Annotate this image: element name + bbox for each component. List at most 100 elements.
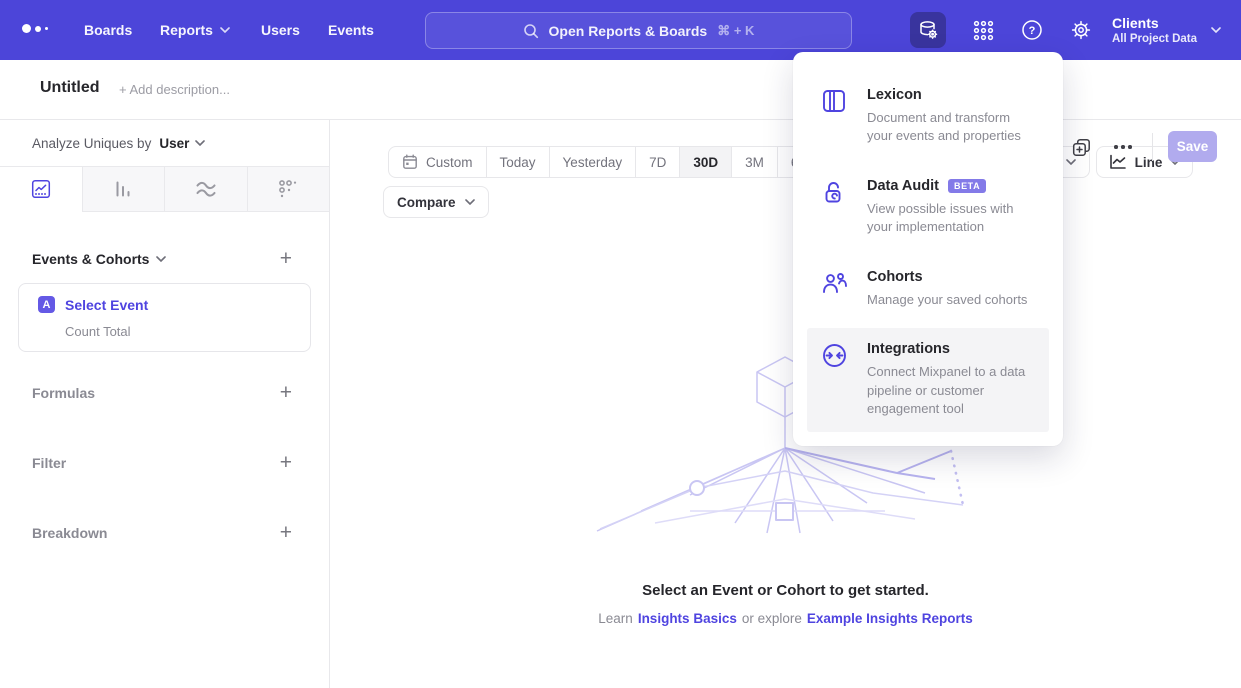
formulas-section: Formulas + (0, 382, 329, 404)
nav-item-users[interactable]: Users (261, 0, 300, 60)
add-filter-button[interactable]: + (280, 453, 292, 473)
explore-text: or explore (742, 611, 802, 626)
more-options-button[interactable] (1108, 140, 1138, 154)
mixpanel-logo-icon[interactable] (22, 24, 48, 33)
date-range-label: 3M (745, 155, 764, 170)
line-chart-icon (1109, 154, 1127, 170)
date-range-30d-selected[interactable]: 30D (679, 147, 731, 177)
menu-item-desc: Connect Mixpanel to a data pipeline or c… (867, 363, 1035, 418)
date-range-yesterday[interactable]: Yesterday (549, 147, 636, 177)
global-search-input[interactable]: Open Reports & Boards ⌘ + K (425, 12, 852, 49)
tab-bar-chart[interactable] (82, 167, 165, 211)
formulas-label: Formulas (32, 385, 95, 401)
add-event-button[interactable]: + (280, 249, 292, 269)
analyze-row: Analyze Uniques by User (0, 120, 329, 166)
save-button[interactable]: Save (1168, 131, 1217, 162)
learn-prefix: Learn (598, 611, 633, 626)
bar-chart-icon (113, 179, 133, 199)
date-range-control: Custom Today Yesterday 7D 30D 3M 6M (388, 146, 824, 178)
duplicate-report-button[interactable] (1072, 138, 1091, 162)
apps-grid-button[interactable] (973, 20, 994, 41)
menu-item-cohorts[interactable]: Cohorts Manage your saved cohorts (807, 256, 1049, 322)
data-management-dropdown: Lexicon Document and transform your even… (793, 52, 1063, 446)
breakdown-label: Breakdown (32, 525, 107, 541)
nav-item-boards[interactable]: Boards (84, 0, 132, 60)
events-cohorts-title[interactable]: Events & Cohorts (32, 251, 166, 267)
menu-item-desc: Manage your saved cohorts (867, 291, 1027, 309)
event-metric-dropdown[interactable]: Count Total (65, 324, 131, 339)
nav-item-events[interactable]: Events (328, 0, 374, 60)
search-icon (523, 23, 539, 39)
lexicon-icon (821, 87, 849, 146)
analyze-label: Analyze Uniques by (32, 136, 151, 151)
mixpanel-app: Boards Reports Users Events Open Reports… (0, 0, 1241, 688)
date-range-custom[interactable]: Custom (389, 147, 486, 177)
tab-flow-chart[interactable] (164, 167, 247, 211)
date-range-label: 7D (649, 155, 666, 170)
svg-text:?: ? (1029, 25, 1036, 37)
analyze-value: User (159, 136, 189, 151)
nav-icon-group: ? (893, 0, 1092, 60)
compare-dropdown[interactable]: Compare (383, 186, 489, 218)
add-formula-button[interactable]: + (280, 383, 292, 403)
chevron-down-icon (156, 256, 166, 262)
filter-section: Filter + (0, 452, 329, 474)
help-button[interactable]: ? (1021, 19, 1043, 41)
integrations-label: Integrations (867, 341, 950, 357)
lexicon-label: Lexicon (867, 87, 922, 103)
nav-item-label: Reports (160, 22, 213, 38)
integrations-icon (821, 341, 849, 418)
analyze-value-dropdown[interactable]: User (159, 136, 205, 151)
date-range-7d[interactable]: 7D (635, 147, 679, 177)
cohorts-label: Cohorts (867, 269, 923, 285)
settings-button[interactable] (1070, 19, 1092, 41)
menu-item-lexicon[interactable]: Lexicon Document and transform your even… (807, 74, 1049, 159)
tab-insights-line[interactable] (0, 167, 82, 212)
event-row-card[interactable]: A Select Event Count Total (18, 283, 311, 352)
date-range-label: Today (500, 155, 536, 170)
menu-item-desc: Document and transform your events and p… (867, 109, 1035, 146)
chart-type-tabs (0, 166, 329, 212)
date-range-today[interactable]: Today (486, 147, 549, 177)
top-nav: Boards Reports Users Events Open Reports… (0, 0, 1241, 60)
duplicate-icon (1072, 138, 1091, 157)
search-placeholder: Open Reports & Boards (549, 23, 708, 39)
query-sidebar: Analyze Uniques by User (0, 120, 330, 688)
add-breakdown-button[interactable]: + (280, 523, 292, 543)
apps-grid-icon (973, 20, 994, 41)
insights-basics-link[interactable]: Insights Basics (638, 611, 737, 626)
chart-type-label: Line (1135, 155, 1163, 170)
menu-item-integrations[interactable]: Integrations Connect Mixpanel to a data … (807, 328, 1049, 431)
flow-chart-icon (195, 180, 217, 198)
event-letter-badge: A (38, 296, 55, 313)
tab-retention-grid[interactable] (247, 167, 330, 211)
nav-item-reports[interactable]: Reports (160, 0, 230, 60)
compare-label: Compare (397, 195, 456, 210)
menu-item-title: Data Audit BETA (867, 178, 1035, 194)
data-audit-label: Data Audit (867, 178, 939, 194)
date-range-label: Custom (426, 155, 473, 170)
insights-chart-icon (31, 179, 51, 199)
report-title[interactable]: Untitled (40, 79, 100, 97)
menu-item-desc: View possible issues with your implement… (867, 200, 1035, 237)
menu-item-title: Lexicon (867, 87, 1035, 103)
nav-item-label: Users (261, 22, 300, 38)
events-cohorts-label: Events & Cohorts (32, 251, 149, 267)
chevron-down-icon (465, 199, 475, 205)
gear-icon (1070, 19, 1092, 41)
chevron-down-icon (1211, 27, 1221, 33)
menu-item-title: Cohorts (867, 269, 1027, 285)
date-range-label: Yesterday (563, 155, 623, 170)
menu-item-data-audit[interactable]: Data Audit BETA View possible issues wit… (807, 165, 1049, 250)
search-shortcut: ⌘ + K (717, 23, 754, 39)
report-canvas: Custom Today Yesterday 7D 30D 3M 6M Comp… (330, 120, 1241, 688)
cohorts-icon (821, 269, 849, 309)
report-description-placeholder[interactable]: + Add description... (119, 82, 230, 97)
events-cohorts-header: Events & Cohorts + (0, 248, 329, 270)
project-selector[interactable]: Clients All Project Data (1112, 0, 1221, 60)
select-event-button[interactable]: Select Event (65, 297, 148, 313)
date-range-3m[interactable]: 3M (731, 147, 777, 177)
data-management-button[interactable] (910, 12, 946, 48)
example-reports-link[interactable]: Example Insights Reports (807, 611, 973, 626)
date-range-label: 30D (693, 155, 718, 170)
